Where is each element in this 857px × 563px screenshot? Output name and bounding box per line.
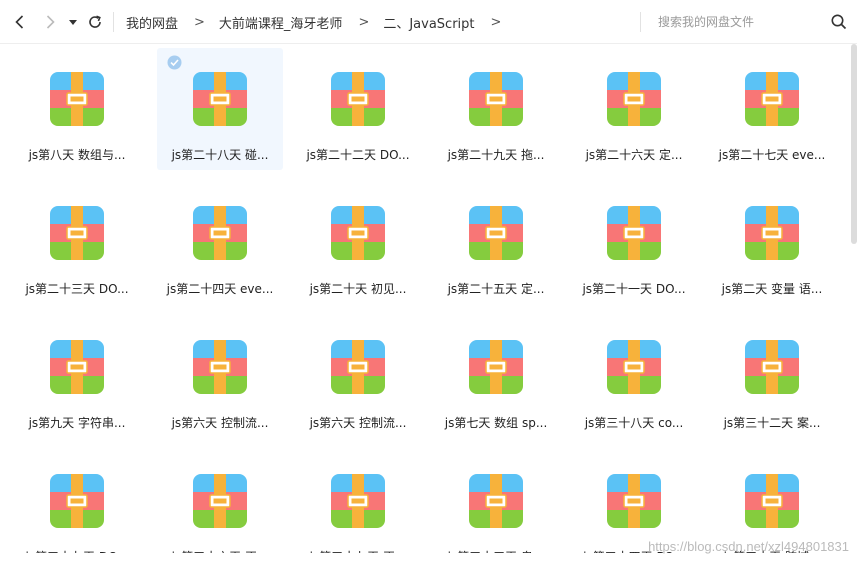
file-name: js第二十八天 碰...	[171, 148, 269, 162]
file-name: js第二十五天 定...	[447, 282, 545, 296]
back-button[interactable]	[10, 12, 30, 32]
file-name: js第二十一天 DO...	[582, 282, 686, 296]
zip-archive-icon	[469, 72, 523, 126]
zip-archive-icon	[50, 72, 104, 126]
file-name: js第九天 字符串...	[28, 416, 126, 430]
file-item[interactable]: js第九天 字符串...	[14, 316, 140, 438]
zip-archive-icon	[745, 72, 799, 126]
file-name: js第二十天 初见...	[309, 282, 407, 296]
file-item[interactable]: js第二十四天 eve...	[157, 182, 283, 304]
file-item[interactable]: js第六天 控制流...	[157, 316, 283, 438]
watermark: https://blog.csdn.net/xzl494801831	[648, 539, 849, 554]
file-name: js第二十三天 DO...	[25, 282, 129, 296]
refresh-button[interactable]	[85, 12, 105, 32]
zip-archive-icon	[50, 206, 104, 260]
file-name: js第六天 控制流...	[171, 416, 269, 430]
file-item[interactable]: js第二天 变量 语...	[709, 182, 835, 304]
zip-archive-icon	[745, 206, 799, 260]
file-name: js第二十四天 eve...	[166, 282, 274, 296]
file-name: js第三十二天 案...	[723, 416, 821, 430]
zip-archive-icon	[607, 72, 661, 126]
file-name: js第二十七天 eve...	[718, 148, 826, 162]
file-item[interactable]: js第二十九天 拖...	[433, 48, 559, 170]
zip-archive-icon	[607, 340, 661, 394]
file-item[interactable]: js第三十三天 鬼...	[433, 450, 559, 553]
zip-archive-icon	[193, 340, 247, 394]
file-item[interactable]: js第八天 数组与...	[14, 48, 140, 170]
history-dropdown-button[interactable]	[66, 12, 80, 32]
toolbar-divider	[640, 12, 641, 32]
file-item[interactable]: js第二十五天 定...	[433, 182, 559, 304]
file-item[interactable]: js第二十六天 定...	[571, 48, 697, 170]
zip-archive-icon	[50, 474, 104, 528]
zip-archive-icon	[331, 474, 385, 528]
zip-archive-icon	[607, 206, 661, 260]
toolbar-divider	[113, 12, 114, 32]
file-grid: js第八天 数组与... js第二十八天 碰... js第二十二天 DO... js第…	[14, 48, 844, 553]
toolbar: 我的网盘 > 大前端课程_海牙老师 > 二、JavaScript >	[0, 0, 857, 44]
file-item[interactable]: js第三十四天 BO...	[571, 450, 697, 553]
search-icon[interactable]	[830, 13, 848, 31]
file-name: js第三十九天 DO...	[14, 548, 140, 553]
file-name: js第八天 数组与...	[28, 148, 126, 162]
breadcrumb-separator: >	[358, 14, 370, 30]
scrollbar[interactable]	[851, 44, 857, 244]
file-item[interactable]: js第二十三天 DO...	[14, 182, 140, 304]
zip-archive-icon	[469, 474, 523, 528]
zip-archive-icon	[331, 72, 385, 126]
breadcrumb-separator: >	[194, 14, 205, 30]
file-item[interactable]: js第三十二天 案...	[709, 316, 835, 438]
breadcrumb: 我的网盘 > 大前端课程_海牙老师 > 二、JavaScript >	[126, 0, 515, 44]
file-item[interactable]: js第七天 数组 sp...	[433, 316, 559, 438]
file-name: js第二十六天 定...	[585, 148, 683, 162]
file-item[interactable]: js第三十天 跨域...	[709, 450, 835, 553]
zip-archive-icon	[331, 206, 385, 260]
chevron-right-icon	[46, 15, 55, 29]
zip-archive-icon	[193, 474, 247, 528]
breadcrumb-item-javascript[interactable]: 二、JavaScript	[383, 13, 474, 32]
caret-down-icon	[69, 20, 77, 25]
file-name: js第三十六天 正...	[157, 548, 283, 553]
file-name: js第六天 控制流...	[309, 416, 407, 430]
breadcrumb-item-root[interactable]: 我的网盘	[126, 13, 178, 32]
file-name: js第三十七天 正...	[295, 548, 421, 553]
file-name: js第二十二天 DO...	[306, 148, 410, 162]
file-item[interactable]: js第六天 控制流...	[295, 316, 421, 438]
checkmark-icon[interactable]	[167, 55, 182, 70]
zip-archive-icon	[50, 340, 104, 394]
file-item[interactable]: js第二十一天 DO...	[571, 182, 697, 304]
file-name: js第七天 数组 sp...	[444, 416, 548, 430]
file-name: js第二天 变量 语...	[721, 282, 823, 296]
file-item[interactable]: js第二十二天 DO...	[295, 48, 421, 170]
file-item[interactable]: js第二十八天 碰...	[157, 48, 283, 170]
zip-archive-icon	[193, 206, 247, 260]
search-box	[658, 0, 848, 44]
chevron-left-icon	[15, 15, 24, 29]
zip-archive-icon	[469, 340, 523, 394]
search-input[interactable]	[658, 15, 818, 29]
file-item[interactable]: js第三十九天 DO...	[14, 450, 140, 553]
file-item[interactable]: js第二十七天 eve...	[709, 48, 835, 170]
breadcrumb-separator[interactable]: >	[491, 15, 502, 30]
file-item[interactable]: js第三十六天 正...	[157, 450, 283, 553]
zip-archive-icon	[745, 474, 799, 528]
file-name: js第二十九天 拖...	[447, 148, 545, 162]
zip-archive-icon	[193, 72, 247, 126]
file-name: js第三十三天 鬼...	[433, 548, 559, 553]
zip-archive-icon	[607, 474, 661, 528]
file-item[interactable]: js第三十八天 co...	[571, 316, 697, 438]
file-item[interactable]: js第三十七天 正...	[295, 450, 421, 553]
file-item[interactable]: js第二十天 初见...	[295, 182, 421, 304]
breadcrumb-item-course[interactable]: 大前端课程_海牙老师	[219, 13, 343, 32]
forward-button[interactable]	[40, 12, 60, 32]
zip-archive-icon	[331, 340, 385, 394]
refresh-icon	[89, 15, 101, 28]
file-name: js第三十八天 co...	[584, 416, 684, 430]
zip-archive-icon	[745, 340, 799, 394]
zip-archive-icon	[469, 206, 523, 260]
